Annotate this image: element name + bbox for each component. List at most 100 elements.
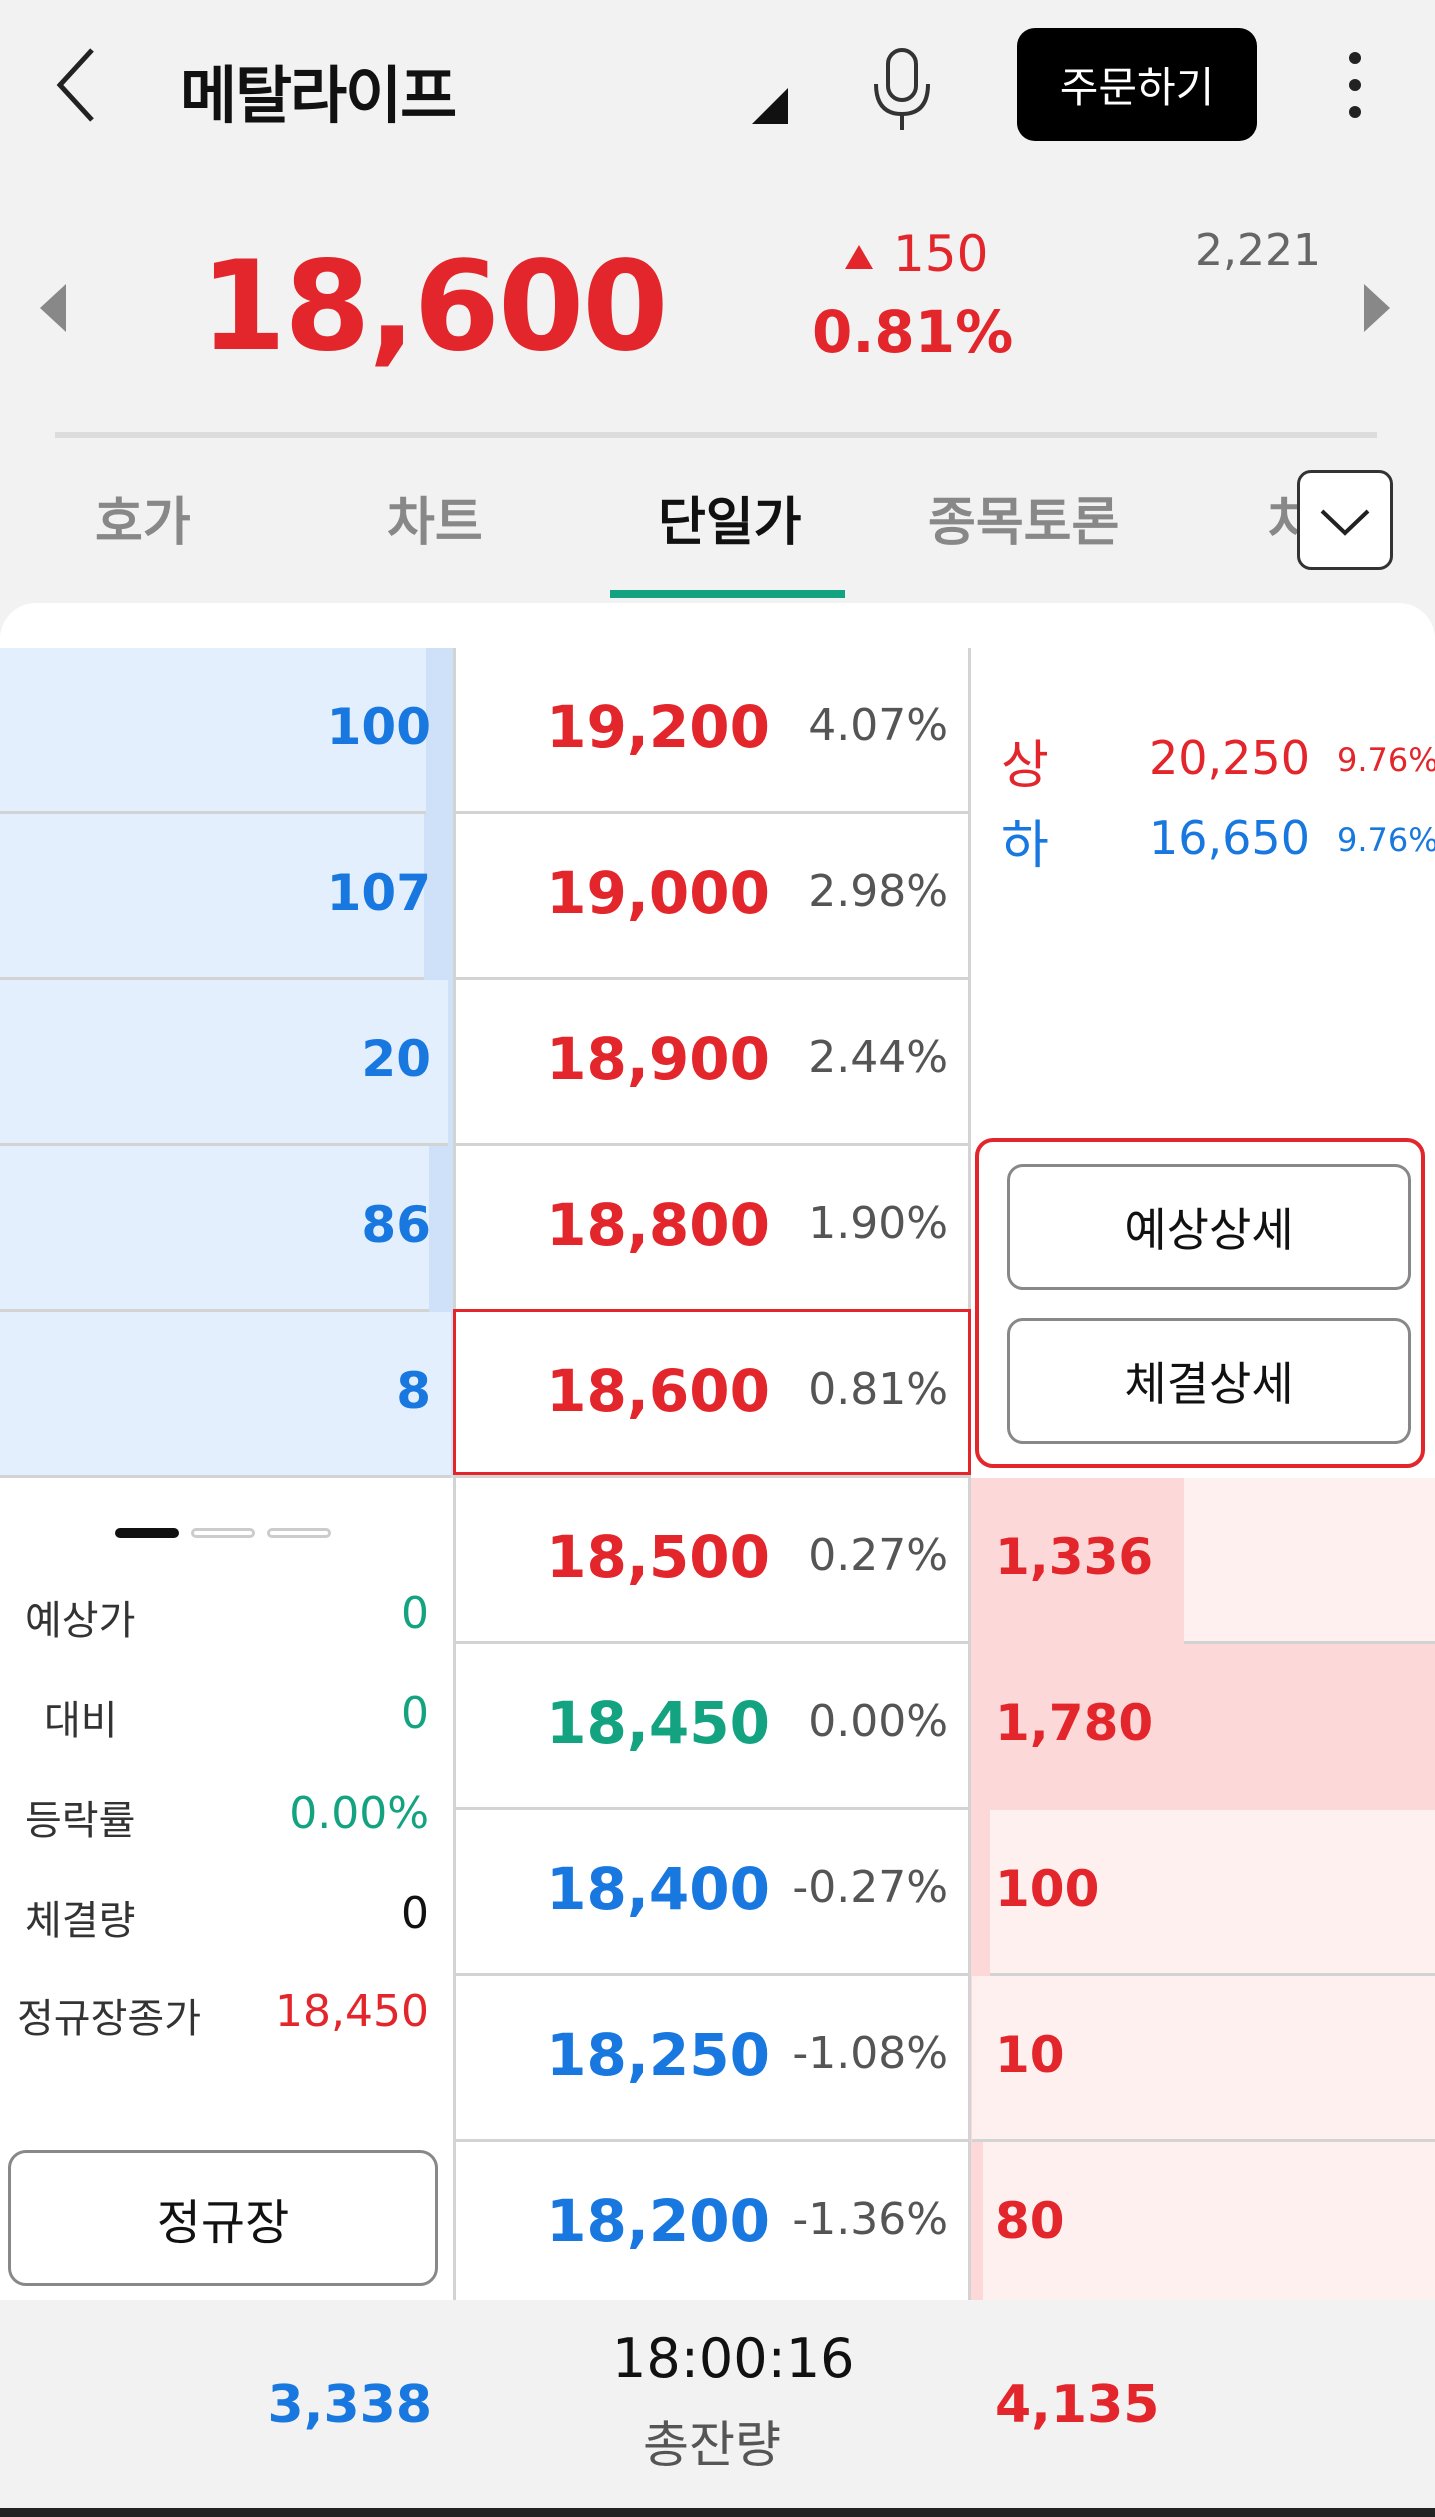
price-limit-box: 상 20,250 9.76% 하 16,650 9.76% [971, 648, 1435, 1138]
buy-qty: 80 [995, 2192, 1065, 2250]
sell-qty: 100 [326, 698, 431, 756]
exec-qty-value: 0 [401, 1888, 429, 1939]
ask-pct: 4.07% [808, 700, 948, 751]
total-sell-qty: 3,338 [267, 2375, 432, 2435]
total-buy-qty: 4,135 [995, 2375, 1160, 2435]
price-change-pct: 0.81% [812, 298, 1014, 366]
trade-volume: 2,221 [1195, 225, 1321, 276]
rate-value: 0.00% [289, 1788, 429, 1839]
tab-discussion[interactable]: 종목토론 [928, 480, 1119, 555]
active-tab-indicator [610, 590, 845, 598]
page-dot[interactable] [191, 1528, 255, 1538]
dropdown-triangle-icon[interactable] [752, 88, 788, 124]
ask-price: 18,800 [546, 1191, 770, 1259]
tab-orderbook[interactable]: 호가 [95, 480, 191, 555]
expected-price-label: 예상가 [25, 1598, 136, 1644]
bid-price: 18,200 [546, 2187, 770, 2255]
sell-qty-cell: 107 [0, 814, 453, 980]
bid-price: 18,400 [546, 1855, 770, 1923]
price-change: 150 [893, 225, 989, 283]
lower-limit-label: 하 [1001, 816, 1049, 876]
bid-price: 18,250 [546, 2021, 770, 2089]
buy-qty: 1,336 [995, 1528, 1154, 1586]
sell-depth-bar [429, 1146, 453, 1312]
page-indicator [115, 1528, 335, 1540]
bid-pct: -1.08% [792, 2028, 948, 2079]
bottom-divider [0, 2508, 1435, 2517]
upper-limit: 상 20,250 9.76% [1001, 723, 1435, 803]
buy-qty: 10 [995, 2026, 1065, 2084]
sell-qty: 20 [361, 1030, 431, 1088]
info-row: 정규장종가 18,450 [0, 1986, 453, 2056]
app-header: 메탈라이프 주문하기 [0, 0, 1435, 170]
total-label: 총잔량 [643, 2416, 781, 2474]
ask-price: 19,000 [546, 859, 770, 927]
price-cell: 18,450 0.00% [453, 1644, 971, 1810]
upper-limit-pct: 9.76% [1337, 741, 1435, 779]
ask-price: 19,200 [546, 693, 770, 761]
back-icon[interactable] [48, 40, 108, 130]
buy-depth-bar [971, 2142, 983, 2300]
sell-qty-cell: 100 [0, 648, 453, 814]
buy-qty-cell: 1,780 [971, 1644, 1435, 1810]
microphone-icon[interactable] [862, 38, 942, 134]
buy-qty: 1,780 [995, 1694, 1154, 1752]
bid-pct: 0.27% [808, 1530, 948, 1581]
timestamp: 18:00:16 [612, 2327, 855, 2390]
tab-more[interactable]: 차 [1268, 480, 1298, 555]
buy-qty-cell: 80 [971, 2142, 1435, 2300]
upper-limit-label: 상 [1001, 736, 1049, 796]
tab-chart[interactable]: 차트 [387, 480, 483, 555]
execution-detail-button[interactable]: 체결상세 [1007, 1318, 1411, 1444]
divider [55, 432, 1377, 438]
ask-pct: 2.98% [808, 866, 948, 917]
regular-close-label: 정규장종가 [17, 1996, 201, 2042]
buy-qty-cell: 1,336 [971, 1478, 1435, 1644]
bid-pct: -1.36% [792, 2194, 948, 2245]
lower-limit-pct: 9.76% [1337, 821, 1435, 859]
regular-close-value: 18,450 [275, 1986, 429, 2037]
stock-name[interactable]: 메탈라이프 [180, 45, 457, 135]
tab-single-price[interactable]: 단일가 [658, 480, 802, 555]
single-price-panel: 100 19,200 4.07% 107 19,000 2.98% 20 18,… [0, 603, 1435, 2300]
order-button[interactable]: 주문하기 [1017, 28, 1257, 141]
detail-buttons-group: 예상상세 체결상세 [975, 1138, 1425, 1468]
bid-pct: 0.00% [808, 1696, 948, 1747]
info-row: 체결량 0 [0, 1888, 453, 1958]
price-cell: 18,800 1.90% [453, 1146, 971, 1312]
rate-label: 등락률 [25, 1798, 136, 1844]
buy-qty-cell: 10 [971, 1976, 1435, 2142]
bid-price: 18,500 [546, 1523, 770, 1591]
next-stock-icon[interactable] [1362, 280, 1392, 336]
price-cell: 19,000 2.98% [453, 814, 971, 980]
lower-limit: 하 16,650 9.76% [1001, 803, 1435, 883]
buy-qty: 100 [995, 1860, 1100, 1918]
diff-label: 대비 [44, 1698, 118, 1744]
price-cell: 18,900 2.44% [453, 980, 971, 1146]
sell-qty-cell: 8 [0, 1312, 453, 1478]
ask-price: 18,900 [546, 1025, 770, 1093]
price-cell: 18,200 -1.36% [453, 2142, 971, 2300]
info-row: 등락률 0.00% [0, 1788, 453, 1858]
orderbook-table: 100 19,200 4.07% 107 19,000 2.98% 20 18,… [0, 648, 1435, 2300]
ask-pct: 1.90% [808, 1198, 948, 1249]
more-options-icon[interactable] [1330, 40, 1380, 130]
buy-depth-bar [971, 1976, 973, 2142]
price-cell: 18,400 -0.27% [453, 1810, 971, 1976]
current-price: 18,600 [200, 235, 669, 379]
page-dot-active [115, 1528, 179, 1538]
expand-tabs-button[interactable] [1297, 470, 1393, 570]
sell-qty: 86 [361, 1196, 431, 1254]
up-triangle-icon [845, 245, 873, 269]
price-summary: 18,600 150 0.81% 2,221 [0, 170, 1435, 438]
expected-detail-button[interactable]: 예상상세 [1007, 1164, 1411, 1290]
regular-session-button[interactable]: 정규장 [8, 2150, 438, 2286]
current-price-highlight [453, 1309, 971, 1475]
prev-stock-icon[interactable] [38, 280, 68, 336]
sell-qty: 107 [326, 864, 431, 922]
sell-qty: 8 [396, 1362, 431, 1420]
price-cell: 18,500 0.27% [453, 1478, 971, 1644]
page-dot[interactable] [267, 1528, 331, 1538]
info-row: 예상가 0 [0, 1588, 453, 1658]
sell-qty-cell: 20 [0, 980, 453, 1146]
